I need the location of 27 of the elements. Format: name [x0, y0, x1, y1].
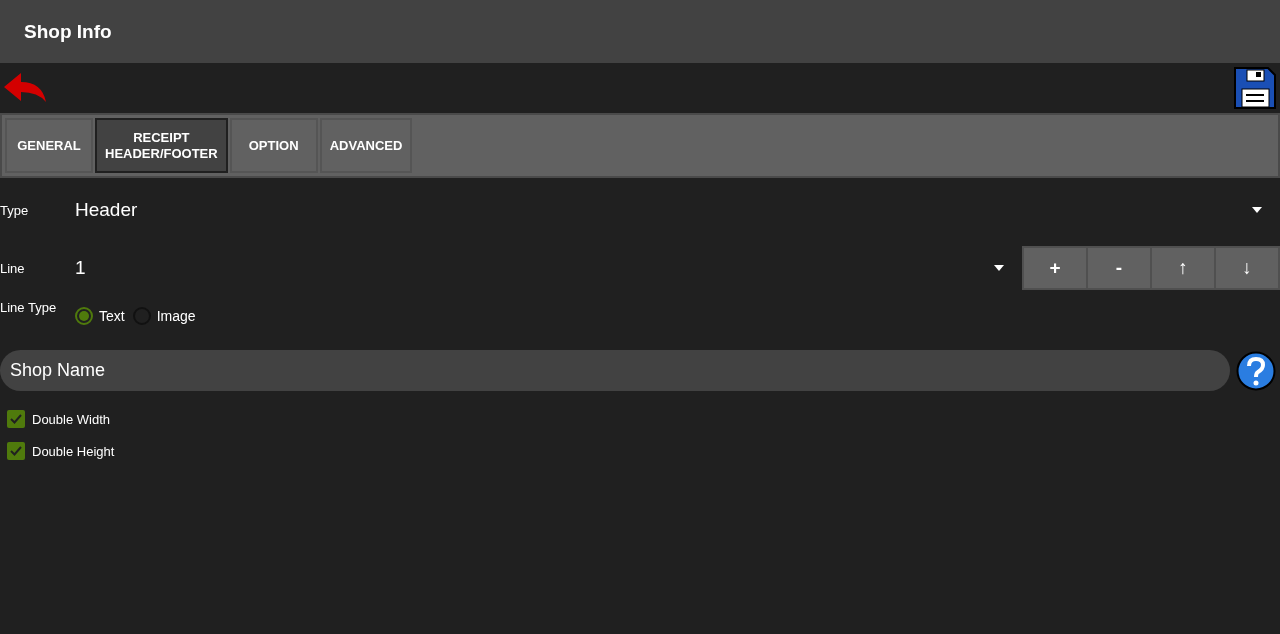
line-button[interactable]: ↓ — [1216, 248, 1278, 288]
radio-label: Text — [99, 308, 125, 324]
line-type-label: Line Type — [0, 300, 58, 315]
radio-label: Image — [156, 308, 196, 324]
type-dropdown[interactable]: Header — [75, 180, 1280, 240]
line-button[interactable]: ↑ — [1152, 248, 1214, 288]
text-field[interactable]: Shop Name — [0, 350, 1230, 391]
tab[interactable]: ADVANCED — [319, 118, 413, 173]
checkbox-label: Double Width — [32, 411, 111, 427]
save-icon[interactable] — [1234, 67, 1276, 109]
line-button[interactable]: - — [1088, 248, 1150, 288]
checkbox[interactable] — [7, 410, 25, 428]
window-title: Shop Info — [24, 20, 112, 43]
line-button[interactable]: + — [1024, 248, 1086, 288]
help-icon[interactable] — [1236, 350, 1276, 391]
tab[interactable]: RECEIPT HEADER/FOOTER — [95, 118, 228, 173]
caret-icon — [994, 265, 1004, 271]
line-label: Line — [0, 260, 26, 276]
caret-icon — [1252, 207, 1262, 213]
line-dropdown[interactable]: 1 — [75, 240, 1022, 296]
back-icon[interactable] — [4, 72, 48, 104]
radio-button[interactable] — [75, 307, 93, 325]
type-label: Type — [0, 202, 30, 218]
tab[interactable]: GENERAL — [5, 118, 93, 173]
checkbox[interactable] — [7, 442, 25, 460]
tab[interactable]: OPTION — [229, 118, 318, 173]
checkbox-label: Double Height — [32, 443, 115, 459]
